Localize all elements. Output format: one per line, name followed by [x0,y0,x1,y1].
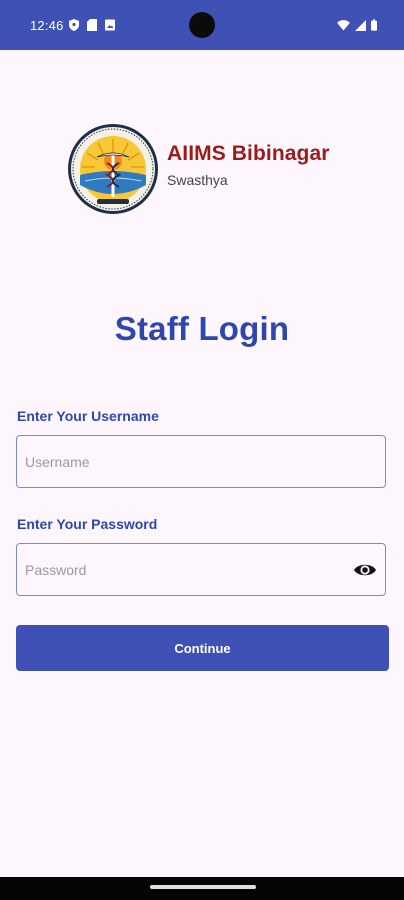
username-input[interactable] [25,436,345,487]
password-label: Enter Your Password [17,516,158,532]
status-bar: 12:46 [0,0,404,50]
battery-icon [371,19,377,31]
status-time: 12:46 [30,18,64,33]
continue-button[interactable]: Continue [16,625,389,671]
login-screen: 12:46 AIIMS Bibinagar Swasthya Staff Log… [0,0,404,900]
sd-card-icon [87,19,97,31]
username-label: Enter Your Username [17,408,159,424]
status-system-icons [337,19,377,31]
password-field-box[interactable] [16,543,386,596]
image-icon [105,19,115,31]
status-notification-icons [69,19,115,31]
home-gesture-handle[interactable] [150,885,256,889]
navigation-bar [0,877,404,900]
wifi-icon [337,19,350,31]
page-title: Staff Login [114,310,290,347]
brand-text: AIIMS Bibinagar Swasthya [167,142,330,188]
brand-header: AIIMS Bibinagar Swasthya [67,123,330,215]
aiims-emblem-logo [68,124,158,214]
username-field-box[interactable] [16,435,386,488]
signal-icon [355,19,366,31]
shield-icon [69,19,79,31]
eye-icon[interactable] [353,559,377,581]
brand-name: AIIMS Bibinagar [167,142,330,165]
password-input[interactable] [25,544,345,595]
brand-subtitle: Swasthya [167,172,228,188]
camera-cutout [189,12,215,38]
